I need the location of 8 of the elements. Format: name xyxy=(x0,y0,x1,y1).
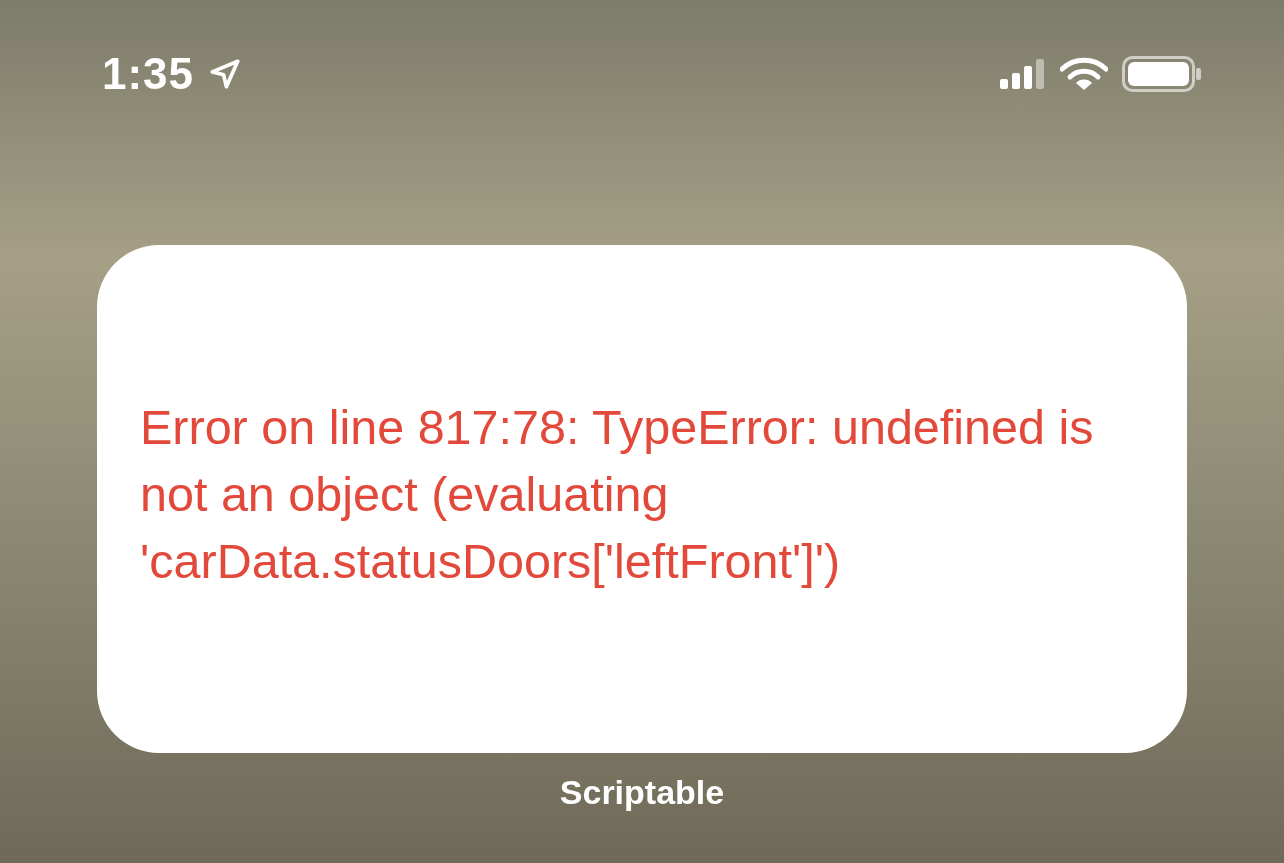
widget-card[interactable]: Error on line 817:78: TypeError: undefined is not an object (evaluating 'carData.statusDoors['leftFront']') xyxy=(97,245,1187,753)
widget-app-label: Scriptable xyxy=(559,773,725,812)
status-time: 1:35 xyxy=(102,49,195,99)
wifi-icon xyxy=(1060,57,1108,91)
battery-icon xyxy=(1122,56,1202,92)
error-message: Error on line 817:78: TypeError: undefined is not an object (evaluating 'carData.statusDoors['leftFront']') xyxy=(140,398,1095,590)
location-arrow-icon xyxy=(208,57,243,91)
cellular-signal-icon xyxy=(1000,59,1046,89)
